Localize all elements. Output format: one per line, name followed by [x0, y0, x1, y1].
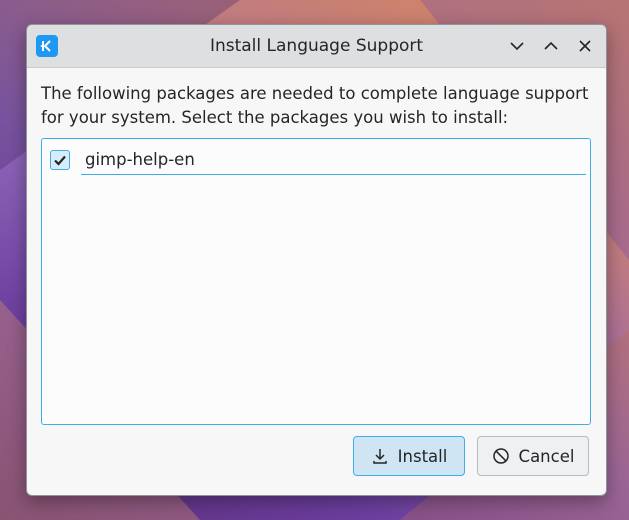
close-icon [579, 40, 591, 52]
checkmark-icon [54, 155, 66, 166]
chevron-down-icon [510, 42, 524, 51]
maximize-button[interactable] [538, 33, 564, 59]
dialog-description: The following packages are needed to com… [41, 84, 589, 127]
package-name: gimp-help-en [85, 150, 195, 169]
download-icon [371, 447, 389, 465]
close-button[interactable] [572, 33, 598, 59]
cancel-icon [492, 447, 510, 465]
chevron-up-icon [544, 41, 558, 50]
list-item[interactable]: gimp-help-en [50, 146, 586, 175]
install-button-label: Install [397, 446, 448, 466]
package-label-container: gimp-help-en [81, 146, 586, 175]
cancel-button-label: Cancel [518, 446, 575, 466]
dialog-window: Install Language Support The following p… [26, 24, 607, 496]
package-checkbox[interactable] [50, 150, 70, 170]
install-button[interactable]: Install [353, 436, 465, 476]
cancel-button[interactable]: Cancel [477, 436, 589, 476]
package-list[interactable]: gimp-help-en [41, 138, 591, 425]
dialog-content: The following packages are needed to com… [27, 68, 606, 495]
title-bar[interactable]: Install Language Support [27, 25, 606, 68]
minimize-button[interactable] [504, 33, 530, 59]
